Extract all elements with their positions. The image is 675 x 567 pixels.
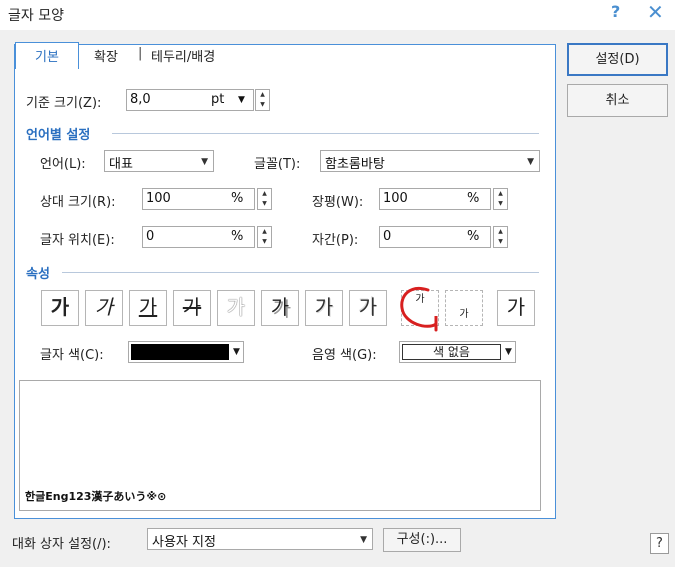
chevron-down-icon: ▼ [233, 347, 240, 357]
spacing-label: 자간(P): [312, 233, 359, 248]
tab-basic[interactable]: 기본 [15, 42, 79, 69]
italic-button[interactable]: 가 [85, 290, 123, 326]
width-ratio-unit: % [467, 191, 480, 206]
language-value: 대표 [109, 157, 133, 172]
config-button[interactable]: 구성(:)... [383, 528, 461, 552]
help-icon[interactable]: ? [611, 2, 620, 21]
spin-down-icon[interactable]: ▼ [256, 100, 269, 110]
font-label: 글꼴(T): [254, 157, 301, 172]
position-value: 0 [146, 229, 155, 244]
spin-down-icon[interactable]: ▼ [258, 199, 271, 209]
base-size-label: 기준 크기(Z): [26, 96, 102, 111]
relative-size-stepper[interactable]: ▲ ▼ [257, 188, 272, 210]
spin-up-icon[interactable]: ▲ [494, 227, 507, 237]
tab-border-background[interactable]: 테두리/배경 [151, 46, 215, 65]
position-label: 글자 위치(E): [40, 233, 115, 248]
attr-section-title: 속성 [26, 267, 50, 282]
help-button[interactable]: ? [650, 533, 669, 554]
spacing-stepper[interactable]: ▲ ▼ [493, 226, 508, 248]
spacing-value: 0 [383, 229, 392, 244]
spacing-field[interactable]: 0 % [379, 226, 491, 248]
text-color-swatch [131, 344, 229, 360]
spin-down-icon[interactable]: ▼ [494, 237, 507, 247]
section-divider [62, 272, 539, 273]
preview-box: 한글Eng123漢子あいう※⊙ [19, 380, 541, 511]
base-size-stepper[interactable]: ▲ ▼ [255, 89, 270, 111]
tab-extended[interactable]: 확장 [94, 46, 118, 65]
dialog-setting-select[interactable]: 사용자 지정 ▼ [147, 528, 373, 550]
strikethrough-button[interactable]: 가 [173, 290, 211, 326]
shadow-button[interactable]: 가 [261, 290, 299, 326]
dialog-setting-label: 대화 상자 설정(/): [12, 537, 111, 552]
width-ratio-field[interactable]: 100 % [379, 188, 491, 210]
spin-up-icon[interactable]: ▲ [258, 189, 271, 199]
chevron-down-icon: ▼ [201, 157, 208, 167]
underline-button[interactable]: 가 [129, 290, 167, 326]
font-select[interactable]: 함초롬바탕 ▼ [320, 150, 540, 172]
position-field[interactable]: 0 % [142, 226, 255, 248]
text-color-label: 글자 색(C): [40, 348, 104, 363]
section-divider [112, 133, 539, 134]
bold-button[interactable]: 가 [41, 290, 79, 326]
emboss-button[interactable]: 가 [305, 290, 343, 326]
width-ratio-value: 100 [383, 191, 408, 206]
language-select[interactable]: 대표 ▼ [104, 150, 214, 172]
annotation-mark [400, 287, 438, 332]
subscript-button[interactable]: 가 [445, 290, 483, 326]
lang-section-title: 언어별 설정 [26, 128, 91, 143]
spin-up-icon[interactable]: ▲ [258, 227, 271, 237]
font-value: 함초롬바탕 [325, 157, 385, 172]
shade-color-swatch: 색 없음 [402, 344, 501, 360]
spin-up-icon[interactable]: ▲ [494, 189, 507, 199]
base-size-unit: pt [211, 92, 225, 107]
relative-size-label: 상대 크기(R): [40, 195, 116, 210]
tab-separator: | [138, 46, 143, 61]
normal-button[interactable]: 가 [497, 290, 535, 326]
title-bar: 글자 모양 ? ✕ [0, 0, 675, 30]
ok-button[interactable]: 설정(D) [567, 43, 668, 76]
relative-size-unit: % [231, 191, 244, 206]
unit-dropdown-icon[interactable]: ▼ [238, 95, 245, 105]
window-title: 글자 모양 [8, 8, 64, 24]
spin-down-icon[interactable]: ▼ [494, 199, 507, 209]
spin-up-icon[interactable]: ▲ [256, 90, 269, 100]
language-label: 언어(L): [40, 157, 86, 172]
outline-button[interactable]: 가 [217, 290, 255, 326]
base-size-field[interactable]: 8,0 pt ▼ [126, 89, 254, 111]
width-ratio-stepper[interactable]: ▲ ▼ [493, 188, 508, 210]
width-ratio-label: 장평(W): [312, 195, 364, 210]
position-stepper[interactable]: ▲ ▼ [257, 226, 272, 248]
engrave-button[interactable]: 가 [349, 290, 387, 326]
text-color-picker[interactable]: ▼ [128, 341, 244, 363]
spin-down-icon[interactable]: ▼ [258, 237, 271, 247]
spacing-unit: % [467, 229, 480, 244]
shade-color-label: 음영 색(G): [312, 348, 377, 363]
relative-size-field[interactable]: 100 % [142, 188, 255, 210]
base-size-value: 8,0 [130, 92, 151, 107]
shade-color-picker[interactable]: 색 없음 ▼ [399, 341, 516, 363]
chevron-down-icon: ▼ [360, 535, 367, 545]
cancel-button[interactable]: 취소 [567, 84, 668, 117]
position-unit: % [231, 229, 244, 244]
chevron-down-icon: ▼ [527, 157, 534, 167]
chevron-down-icon: ▼ [505, 347, 512, 357]
dialog-setting-value: 사용자 지정 [152, 535, 216, 550]
close-icon[interactable]: ✕ [647, 0, 664, 24]
relative-size-value: 100 [146, 191, 171, 206]
preview-sample-text: 한글Eng123漢子あいう※⊙ [25, 490, 167, 503]
